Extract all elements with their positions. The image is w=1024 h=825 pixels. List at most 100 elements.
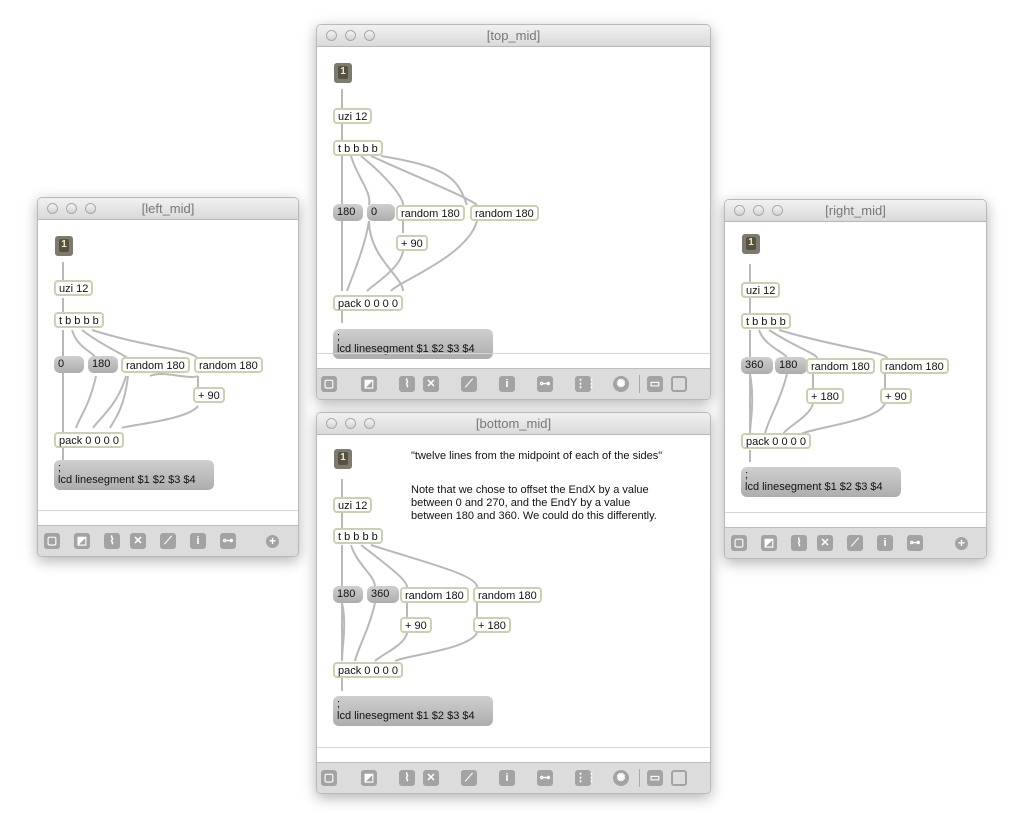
random-object[interactable]: random 180 bbox=[400, 587, 469, 603]
info-icon[interactable]: i bbox=[190, 533, 206, 549]
sidebar-icon[interactable] bbox=[671, 376, 687, 392]
lock-icon[interactable]: ▢ bbox=[321, 770, 337, 786]
inspector-icon[interactable]: ⊶ bbox=[537, 376, 553, 392]
pack-object[interactable]: pack 0 0 0 0 bbox=[741, 433, 811, 449]
patchcord-icon[interactable]: ⌇ bbox=[399, 770, 415, 786]
random-object[interactable]: random 180 bbox=[121, 357, 190, 373]
random-object[interactable]: random 180 bbox=[880, 358, 949, 374]
pack-object[interactable]: pack 0 0 0 0 bbox=[333, 295, 403, 311]
grid-icon[interactable]: ⋮⋮ bbox=[575, 376, 597, 392]
window-left-mid[interactable]: [left_mid] 1 uzi 12 t b b b b 0 180 rand… bbox=[37, 197, 299, 557]
clear-icon[interactable]: ✕ bbox=[817, 535, 833, 551]
lcd-message-box[interactable]: ; lcd linesegment $1 $2 $3 $4 bbox=[333, 329, 493, 359]
pack-object[interactable]: pack 0 0 0 0 bbox=[54, 432, 124, 448]
button-object[interactable]: 1 bbox=[334, 449, 352, 469]
patcher-canvas[interactable]: 1 "twelve lines from the midpoint of eac… bbox=[317, 435, 710, 747]
add-object[interactable]: + 180 bbox=[806, 388, 844, 404]
palette-icon[interactable]: ✺ bbox=[613, 376, 629, 392]
lock-icon[interactable]: ▢ bbox=[321, 376, 337, 392]
trigger-object[interactable]: t b b b b bbox=[54, 312, 104, 328]
add-object[interactable]: + 90 bbox=[193, 387, 225, 403]
add-object[interactable]: + 90 bbox=[880, 388, 912, 404]
inspector-icon[interactable]: ⊶ bbox=[220, 533, 236, 549]
presentation-icon[interactable]: ◩ bbox=[361, 770, 377, 786]
title-bar[interactable]: [left_mid] bbox=[38, 198, 298, 220]
presentation-icon[interactable]: ◩ bbox=[74, 533, 90, 549]
edit-icon[interactable]: ⟋ bbox=[160, 533, 176, 549]
info-icon[interactable]: i bbox=[499, 770, 515, 786]
patcher-canvas[interactable]: 1 uzi 12 t b b b b 180 0 random 180 rand… bbox=[317, 47, 710, 359]
info-icon[interactable]: i bbox=[877, 535, 893, 551]
trigger-object[interactable]: t b b b b bbox=[741, 313, 791, 329]
lcd-message-box[interactable]: ; lcd linesegment $1 $2 $3 $4 bbox=[54, 460, 214, 490]
message-box[interactable]: 180 bbox=[88, 356, 118, 373]
window-title: [top_mid] bbox=[486, 28, 541, 43]
grid-icon[interactable]: ⋮⋮ bbox=[575, 770, 597, 786]
divider bbox=[38, 510, 298, 511]
add-object[interactable]: + 90 bbox=[396, 235, 428, 251]
info-icon[interactable]: i bbox=[499, 376, 515, 392]
trigger-object[interactable]: t b b b b bbox=[333, 140, 383, 156]
palette-icon[interactable]: ✺ bbox=[613, 770, 629, 786]
patcher-canvas[interactable]: 1 uzi 12 t b b b b 360 180 random 180 ra… bbox=[725, 222, 986, 512]
message-box[interactable]: 180 bbox=[775, 357, 807, 374]
lcd-message-box[interactable]: ; lcd linesegment $1 $2 $3 $4 bbox=[333, 696, 493, 726]
comment: Note that we chose to offset the EndX by… bbox=[411, 484, 657, 522]
title-bar[interactable]: [bottom_mid] bbox=[317, 413, 710, 435]
message-box[interactable]: 360 bbox=[367, 586, 399, 603]
lock-icon[interactable]: ▢ bbox=[44, 533, 60, 549]
clear-icon[interactable]: ✕ bbox=[423, 376, 439, 392]
clear-icon[interactable]: ✕ bbox=[130, 533, 146, 549]
trigger-object[interactable]: t b b b b bbox=[333, 528, 383, 544]
button-object[interactable]: 1 bbox=[742, 234, 760, 254]
random-object[interactable]: random 180 bbox=[806, 358, 875, 374]
inspector-icon[interactable]: ⊶ bbox=[907, 535, 923, 551]
uzi-object[interactable]: uzi 12 bbox=[333, 108, 373, 124]
clear-icon[interactable]: ✕ bbox=[423, 770, 439, 786]
sidebar-icon[interactable] bbox=[671, 770, 687, 786]
divider bbox=[725, 512, 986, 513]
edit-icon[interactable]: ⟋ bbox=[461, 376, 477, 392]
window-bottom-mid[interactable]: [bottom_mid] 1 "twelve lines from the mi… bbox=[316, 412, 711, 794]
lcd-message-box[interactable]: ; lcd linesegment $1 $2 $3 $4 bbox=[741, 467, 901, 497]
message-box[interactable]: 180 bbox=[333, 204, 363, 221]
window-top-mid[interactable]: [top_mid] 1 uzi 12 t b b b b 180 0 rando… bbox=[316, 24, 711, 400]
pack-object[interactable]: pack 0 0 0 0 bbox=[333, 662, 403, 678]
uzi-object[interactable]: uzi 12 bbox=[741, 282, 781, 298]
add-object[interactable]: + 90 bbox=[400, 617, 432, 633]
random-object[interactable]: random 180 bbox=[396, 205, 465, 221]
title-bar[interactable]: [right_mid] bbox=[725, 200, 986, 222]
uzi-object[interactable]: uzi 12 bbox=[54, 280, 94, 296]
message-box[interactable]: 0 bbox=[367, 204, 395, 221]
split-view-icon[interactable]: ▭ bbox=[647, 770, 663, 786]
edit-icon[interactable]: ⟋ bbox=[461, 770, 477, 786]
add-icon[interactable]: + bbox=[266, 535, 279, 548]
patcher-canvas[interactable]: 1 uzi 12 t b b b b 0 180 random 180 rand… bbox=[38, 220, 298, 510]
title-bar[interactable]: [top_mid] bbox=[317, 25, 710, 47]
comment: "twelve lines from the midpoint of each … bbox=[411, 450, 663, 462]
window-title: [right_mid] bbox=[825, 203, 886, 218]
button-object[interactable]: 1 bbox=[334, 63, 352, 83]
add-icon[interactable]: + bbox=[955, 537, 968, 550]
add-object[interactable]: + 180 bbox=[473, 617, 511, 633]
window-right-mid[interactable]: [right_mid] 1 uzi 12 t b b b b 360 180 r… bbox=[724, 199, 987, 559]
patchcord-icon[interactable]: ⌇ bbox=[399, 376, 415, 392]
presentation-icon[interactable]: ◩ bbox=[361, 376, 377, 392]
uzi-object[interactable]: uzi 12 bbox=[333, 497, 373, 513]
random-object[interactable]: random 180 bbox=[194, 357, 263, 373]
message-box[interactable]: 360 bbox=[741, 357, 773, 374]
split-view-icon[interactable]: ▭ bbox=[647, 376, 663, 392]
patchcord-icon[interactable]: ⌇ bbox=[104, 533, 120, 549]
lock-icon[interactable]: ▢ bbox=[731, 535, 747, 551]
message-box[interactable]: 180 bbox=[333, 586, 363, 603]
random-object[interactable]: random 180 bbox=[473, 587, 542, 603]
edit-icon[interactable]: ⟋ bbox=[847, 535, 863, 551]
presentation-icon[interactable]: ◩ bbox=[761, 535, 777, 551]
inspector-icon[interactable]: ⊶ bbox=[537, 770, 553, 786]
patchcord-icon[interactable]: ⌇ bbox=[791, 535, 807, 551]
message-box[interactable]: 0 bbox=[54, 356, 84, 373]
random-object[interactable]: random 180 bbox=[470, 205, 539, 221]
toolbar-divider bbox=[639, 769, 640, 787]
button-object[interactable]: 1 bbox=[55, 236, 73, 256]
patcher-toolbar: ▢ ◩ ⌇ ✕ ⟋ i ⊶ ⋮⋮ ✺ ▭ bbox=[317, 762, 710, 793]
